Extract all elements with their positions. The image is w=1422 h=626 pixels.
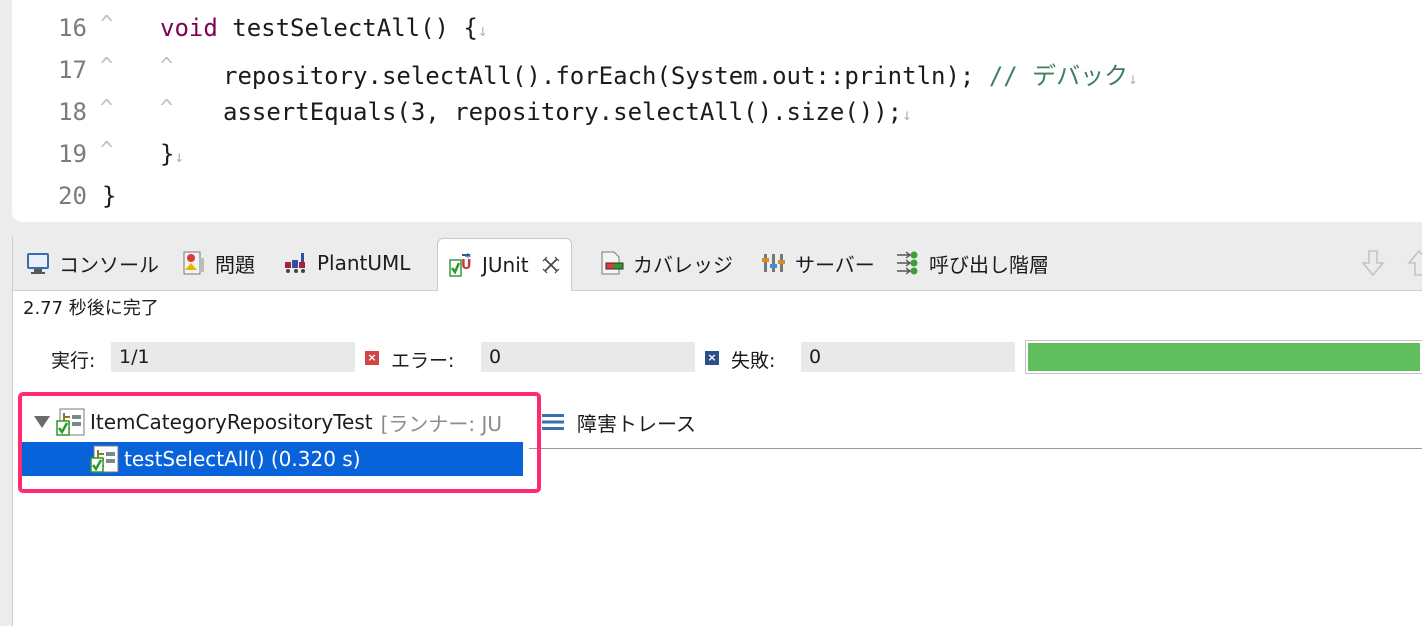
tab-servers[interactable]: サーバー [761, 238, 875, 288]
line-end-marker: ↓ [902, 105, 912, 124]
tab-console[interactable]: コンソール [25, 238, 159, 288]
line-number: 20 [58, 182, 87, 210]
next-failure-icon[interactable] [1359, 248, 1387, 278]
servers-icon [762, 254, 785, 272]
tab-junit[interactable]: U * JUnit [437, 238, 572, 291]
trace-divider [529, 448, 1422, 449]
failures-label: 失敗: [731, 350, 776, 372]
close-icon[interactable] [541, 255, 561, 275]
error-icon: × [365, 351, 379, 365]
failure-trace-header: 障害トレース [541, 404, 696, 440]
code-text: assertEquals(3, repository.selectAll().s… [223, 98, 912, 126]
code-line[interactable]: 18 ^ ^ assertEquals(3, repository.selectAll… [12, 90, 1422, 132]
line-end-marker: ↓ [174, 147, 185, 166]
stack-trace-icon [542, 414, 564, 430]
code-line[interactable]: 17 ^ ^ repository.selectAll().forEach(Syste… [12, 48, 1422, 90]
tab-coverage[interactable]: カバレッジ [599, 238, 733, 288]
code-line[interactable]: 19 ^ }↓ [12, 132, 1422, 174]
code-text: void testSelectAll() {↓ [160, 14, 488, 42]
tab-plantuml[interactable]: PlantUML [283, 238, 410, 288]
whitespace-tab-marker: ^ [100, 54, 114, 79]
svg-text:*: * [465, 252, 471, 264]
previous-failure-icon[interactable] [1405, 248, 1422, 278]
failure-trace-label: 障害トレース [577, 411, 696, 436]
line-end-marker: ↓ [477, 21, 488, 40]
line-number: 16 [58, 14, 87, 42]
code-editor[interactable]: 16 ^ void testSelectAll() {↓ 17 ^ ^ repository… [12, 0, 1422, 222]
whitespace-tab-marker: ^ [100, 12, 114, 37]
runs-label: 実行: [51, 350, 96, 372]
runs-value: 1/1 [111, 342, 355, 372]
view-tab-bar: コンソール 問題 PlantUML U * JUnit カバレッジ サーバー 呼… [13, 236, 1422, 291]
tab-problems[interactable]: 問題 [181, 238, 255, 288]
code-text: } [102, 182, 117, 210]
whitespace-tab-marker: ^ [100, 96, 114, 121]
failure-icon: × [705, 351, 719, 365]
plantuml-icon [285, 253, 305, 273]
tab-call-hierarchy[interactable]: 呼び出し階層 [895, 238, 1049, 288]
errors-label: エラー: [391, 350, 455, 372]
whitespace-tab-marker: ^ [100, 138, 114, 163]
line-number: 19 [58, 140, 87, 168]
junit-icon: U * [449, 252, 472, 277]
line-number: 17 [58, 56, 87, 84]
line-end-marker: ↓ [1128, 69, 1138, 88]
code-line[interactable]: 16 ^ void testSelectAll() {↓ [12, 6, 1422, 48]
whitespace-tab-marker: ^ [160, 96, 174, 121]
whitespace-tab-marker: ^ [160, 54, 174, 79]
progress-fill [1028, 343, 1420, 371]
console-icon [27, 253, 49, 274]
coverage-icon [601, 251, 624, 275]
highlight-annotation-box [18, 392, 541, 493]
problems-icon [183, 251, 204, 275]
code-line[interactable]: 20} [12, 174, 1422, 216]
code-text: }↓ [160, 140, 185, 168]
errors-value: 0 [481, 342, 695, 372]
line-number: 18 [58, 98, 87, 126]
failures-value: 0 [801, 342, 1015, 372]
run-status: 2.77 秒後に完了 [23, 298, 159, 319]
call-hierarchy-icon [897, 251, 918, 275]
progress-bar [1025, 340, 1422, 374]
code-text: repository.selectAll().forEach(System.ou… [223, 62, 1138, 90]
